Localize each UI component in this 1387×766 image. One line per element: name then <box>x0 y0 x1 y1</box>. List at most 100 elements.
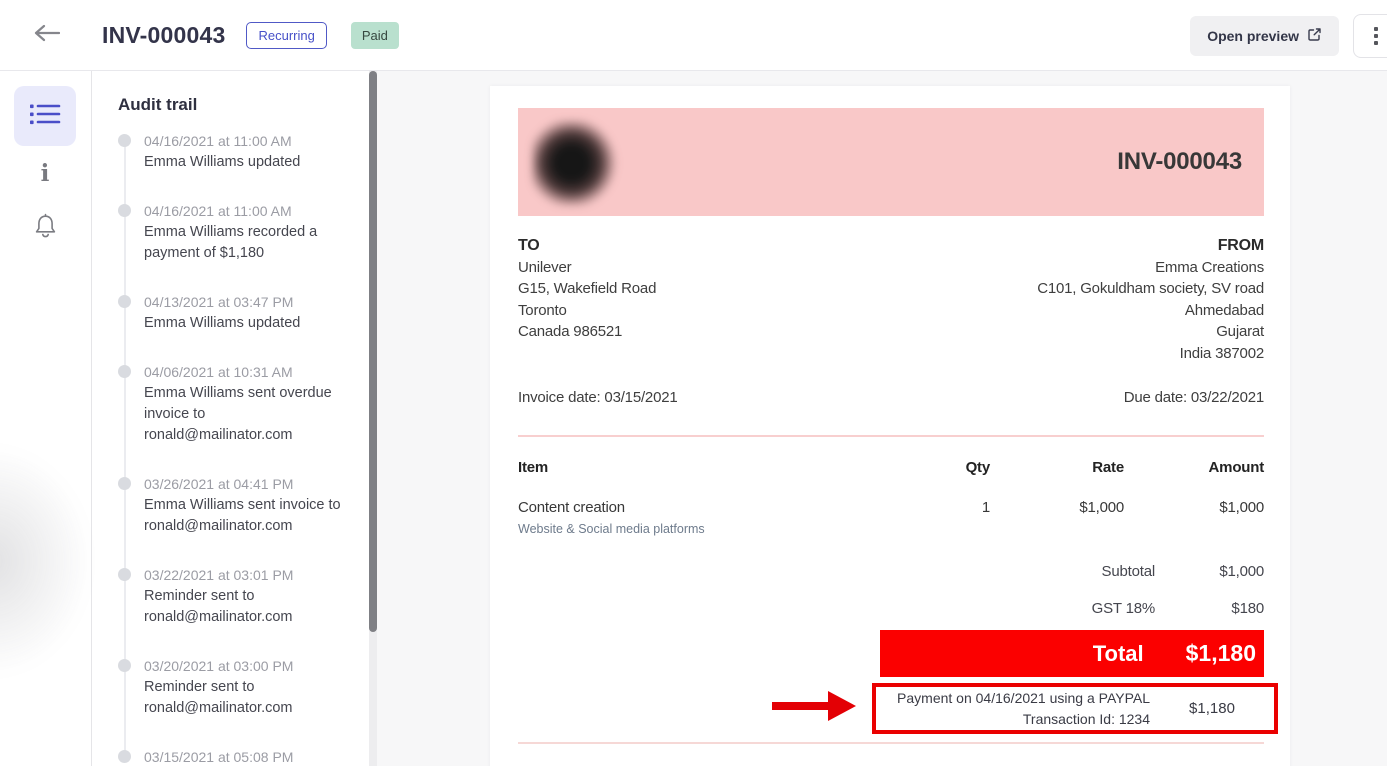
audit-entry-date: 04/16/2021 at 11:00 AM <box>144 201 344 222</box>
more-options-button[interactable] <box>1353 14 1387 58</box>
audit-trail-panel: Audit trail 04/16/2021 at 11:00 AM Emma … <box>92 71 369 766</box>
from-line: C101, Gokuldham society, SV road <box>1037 278 1264 300</box>
total-band: Total $1,180 <box>880 630 1264 677</box>
item-rate: $1,000 <box>990 499 1124 536</box>
from-line: Ahmedabad <box>1037 300 1264 322</box>
tax-label: GST 18% <box>880 600 1155 617</box>
rail-item-audit-trail[interactable] <box>14 86 76 146</box>
audit-entry-text: Emma Williams updated <box>144 313 344 334</box>
audit-entry: 03/22/2021 at 03:01 PM Reminder sent to … <box>118 565 369 628</box>
invoice-document: INV-000043 TO Unilever G15, Wakefield Ro… <box>490 86 1290 766</box>
to-line: Unilever <box>518 257 656 279</box>
tax-row: GST 18% $180 <box>880 600 1264 617</box>
item-amount: $1,000 <box>1124 499 1264 536</box>
col-header-qty: Qty <box>910 459 990 476</box>
total-label: Total <box>1093 641 1144 667</box>
info-icon: i <box>41 160 50 187</box>
item-name: Content creation <box>518 499 910 516</box>
audit-entry: 03/15/2021 at 05:08 PM <box>118 747 369 766</box>
invoice-number: INV-000043 <box>1117 148 1242 176</box>
audit-entry: 03/20/2021 at 03:00 PM Reminder sent to … <box>118 656 369 719</box>
from-line: India 387002 <box>1037 343 1264 365</box>
audit-entry-date: 03/22/2021 at 03:01 PM <box>144 565 344 586</box>
audit-entry: 04/13/2021 at 03:47 PM Emma Williams upd… <box>118 292 369 334</box>
audit-entry-date: 03/26/2021 at 04:41 PM <box>144 474 344 495</box>
payment-amount: $1,180 <box>1150 700 1274 717</box>
status-badge-paid: Paid <box>351 22 399 49</box>
audit-entry-text: Reminder sent to ronald@mailinator.com <box>144 677 344 719</box>
subtotal-label: Subtotal <box>880 563 1155 580</box>
open-preview-button[interactable]: Open preview <box>1190 16 1339 56</box>
timeline-dot <box>118 365 131 378</box>
from-line: Emma Creations <box>1037 257 1264 279</box>
timeline-dot <box>118 659 131 672</box>
to-line: Toronto <box>518 300 656 322</box>
bell-icon <box>33 213 58 245</box>
audit-entry: 03/26/2021 at 04:41 PM Emma Williams sen… <box>118 474 369 537</box>
to-label: TO <box>518 235 656 257</box>
due-date: Due date: 03/22/2021 <box>1124 389 1264 406</box>
payment-highlight-box: Payment on 04/16/2021 using a PAYPAL Tra… <box>872 683 1278 734</box>
invoice-preview-area: INV-000043 TO Unilever G15, Wakefield Ro… <box>377 71 1387 766</box>
total-value: $1,180 <box>1186 640 1256 667</box>
from-line: Gujarat <box>1037 321 1264 343</box>
timeline-dot <box>118 750 131 763</box>
tax-value: $180 <box>1155 600 1264 617</box>
items-table-header: Item Qty Rate Amount <box>518 459 1264 476</box>
col-header-rate: Rate <box>990 459 1124 476</box>
timeline-dot <box>118 568 131 581</box>
from-label: FROM <box>1037 235 1264 257</box>
scrollbar-thumb[interactable] <box>369 71 377 632</box>
payment-line2: Transaction Id: 1234 <box>884 709 1150 730</box>
top-header: INV-000043 Recurring Paid Open preview <box>0 0 1387 71</box>
audit-entry: 04/16/2021 at 11:00 AM Emma Williams upd… <box>118 131 369 173</box>
subtotal-row: Subtotal $1,000 <box>880 563 1264 580</box>
timeline-dot <box>118 134 131 147</box>
page-title: INV-000043 <box>102 22 225 49</box>
audit-entry-text: Emma Williams recorded a payment of $1,1… <box>144 222 344 264</box>
back-button[interactable] <box>30 18 64 52</box>
rail-item-notifications[interactable] <box>14 209 76 249</box>
table-top-divider <box>518 435 1264 437</box>
col-header-amount: Amount <box>1124 459 1264 476</box>
audit-entry-date: 03/15/2021 at 05:08 PM <box>144 747 344 766</box>
audit-trail-title: Audit trail <box>118 95 369 115</box>
timeline-dot <box>118 204 131 217</box>
audit-entry-text: Emma Williams sent overdue invoice to ro… <box>144 383 344 446</box>
list-icon <box>29 101 61 132</box>
audit-entry: 04/06/2021 at 10:31 AM Emma Williams sen… <box>118 362 369 446</box>
item-qty: 1 <box>910 499 990 536</box>
scrollbar-track[interactable] <box>369 71 377 766</box>
arrow-left-icon <box>34 24 60 47</box>
open-preview-label: Open preview <box>1207 28 1299 44</box>
audit-timeline: 04/16/2021 at 11:00 AM Emma Williams upd… <box>118 131 369 766</box>
rail-item-info[interactable]: i <box>14 153 76 193</box>
external-link-icon <box>1307 27 1322 45</box>
kebab-vertical-icon <box>1374 27 1378 45</box>
company-logo <box>532 120 618 206</box>
audit-entry-date: 04/06/2021 at 10:31 AM <box>144 362 344 383</box>
payment-line1: Payment on 04/16/2021 using a PAYPAL <box>884 688 1150 709</box>
audit-entry-text: Reminder sent to ronald@mailinator.com <box>144 586 344 628</box>
invoice-bottom-divider <box>518 742 1264 744</box>
item-description: Website & Social media platforms <box>518 522 910 536</box>
decorative-gradient <box>0 441 96 681</box>
recurring-badge: Recurring <box>246 22 326 49</box>
timeline-dot <box>118 477 131 490</box>
invoice-date: Invoice date: 03/15/2021 <box>518 389 678 406</box>
annotation-arrow-icon <box>772 691 858 721</box>
bill-to-address: TO Unilever G15, Wakefield Road Toronto … <box>518 235 656 364</box>
audit-entry-date: 03/20/2021 at 03:00 PM <box>144 656 344 677</box>
audit-entry-date: 04/13/2021 at 03:47 PM <box>144 292 344 313</box>
col-header-item: Item <box>518 459 910 476</box>
audit-entry-text: Emma Williams updated <box>144 152 344 173</box>
to-line: G15, Wakefield Road <box>518 278 656 300</box>
to-line: Canada 986521 <box>518 321 656 343</box>
invoice-banner: INV-000043 <box>518 108 1264 216</box>
timeline-dot <box>118 295 131 308</box>
icon-rail: i <box>0 71 92 766</box>
table-row: Content creation Website & Social media … <box>518 499 1264 536</box>
audit-entry-text: Emma Williams sent invoice to ronald@mai… <box>144 495 344 537</box>
subtotal-value: $1,000 <box>1155 563 1264 580</box>
from-address: FROM Emma Creations C101, Gokuldham soci… <box>1037 235 1264 364</box>
